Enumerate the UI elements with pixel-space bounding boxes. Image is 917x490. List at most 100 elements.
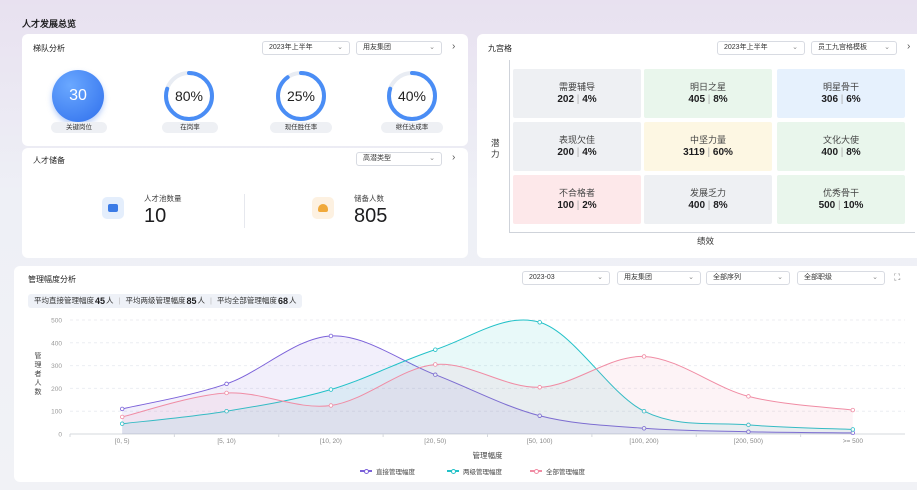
- summary-two-level-unit: 人: [197, 296, 205, 305]
- separator: |: [838, 147, 847, 158]
- span-month-value: 2023-03: [529, 274, 555, 281]
- grid-cell-pct: 4%: [582, 147, 597, 158]
- grid-cell-count: 3119: [683, 147, 705, 158]
- metric-value: 25%: [286, 88, 316, 104]
- span-title: 管理幅度分析: [28, 275, 76, 284]
- x-axis-line: [509, 232, 915, 233]
- chevron-down-icon: ⌄: [884, 44, 890, 51]
- nine-grid-period-value: 2023年上半年: [724, 44, 768, 51]
- x-axis-label: 绩效: [697, 236, 715, 246]
- grid-cell-count: 306: [821, 94, 839, 105]
- chevron-down-icon: ⌄: [792, 44, 798, 51]
- reserve-type-select[interactable]: 高潜类型 ⌄: [356, 152, 442, 166]
- y-axis-label: 潜力: [491, 138, 500, 159]
- separator: |: [209, 296, 212, 305]
- reserve-count-value: 805: [354, 205, 388, 227]
- span-level-select[interactable]: 全部职级 ⌄: [797, 271, 885, 285]
- span-summary-bar: 平均直接管理幅度 45 人 | 平均两级管理幅度 85 人 | 平均全部管理幅度…: [28, 294, 303, 308]
- ladder-org-value: 用友集团: [363, 44, 391, 51]
- metric-succession: 40%: [382, 70, 442, 122]
- summary-all-unit: 人: [288, 296, 297, 305]
- summary-direct-value: 45: [95, 296, 106, 306]
- separator: |: [705, 200, 714, 211]
- grid-cell-name: 明日之星: [689, 82, 726, 92]
- grid-cell[interactable]: 中坚力量 3119 | 60%: [644, 122, 772, 171]
- grid-cell[interactable]: 明星骨干 306 | 6%: [777, 69, 905, 118]
- grid-cell-name: 表现欠佳: [558, 135, 595, 145]
- metric-label: 继任达成率: [381, 122, 443, 133]
- nine-grid-period-select[interactable]: 2023年上半年 ⌄: [717, 41, 805, 55]
- separator: |: [574, 147, 583, 158]
- ladder-title: 梯队分析: [33, 44, 65, 53]
- grid-cell[interactable]: 需要辅导 202 | 4%: [513, 69, 641, 118]
- legend-item[interactable]: 两级管理幅度: [447, 466, 502, 476]
- grid-cell[interactable]: 优秀骨干 500 | 10%: [777, 175, 905, 224]
- nine-grid-title: 九宫格: [488, 44, 512, 53]
- separator: |: [574, 94, 583, 105]
- grid-cell-name: 明星骨干: [822, 82, 859, 92]
- metric-label: 在岗率: [162, 122, 218, 133]
- grid-cell[interactable]: 文化大使 400 | 8%: [777, 122, 905, 171]
- separator: |: [705, 94, 714, 105]
- reserve-type-value: 高潜类型: [363, 155, 391, 162]
- span-sequence-value: 全部序列: [713, 274, 741, 281]
- nine-grid-template-select[interactable]: 员工九宫格模板 ⌄: [811, 41, 897, 55]
- legend-item[interactable]: 直接管理幅度: [360, 466, 415, 476]
- legend-item[interactable]: 全部管理幅度: [530, 466, 585, 476]
- grid-cell-name: 需要辅导: [558, 82, 595, 92]
- metric-value: 40%: [397, 88, 427, 104]
- metric-circle: 25%: [275, 70, 327, 122]
- metric-key-positions: 30: [48, 70, 108, 122]
- talent-pool-icon: [102, 197, 124, 219]
- grid-cell-name: 优秀骨干: [822, 188, 859, 198]
- grid-cell-pct: 6%: [846, 94, 861, 105]
- grid-cell-pct: 10%: [843, 200, 864, 211]
- reserve-card: 人才储备 高潜类型 ⌄ › 人才池数量 10 储备人数 805: [22, 148, 468, 258]
- chevron-down-icon: ⌄: [429, 155, 435, 162]
- grid-cell[interactable]: 明日之星 405 | 8%: [644, 69, 772, 118]
- legend-label: 全部管理幅度: [546, 469, 585, 476]
- separator: |: [118, 296, 121, 305]
- reserve-people-icon: [312, 197, 334, 219]
- separator: |: [704, 147, 713, 158]
- grid-cell-pct: 8%: [713, 200, 728, 211]
- grid-cell-count: 400: [688, 200, 706, 211]
- nine-grid-card: 九宫格 2023年上半年 ⌄ 员工九宫格模板 ⌄ › 潜力 绩效 需要辅导 202 |…: [477, 34, 917, 258]
- summary-direct-label: 平均直接管理幅度: [34, 296, 94, 305]
- grid-cell[interactable]: 表现欠佳 200 | 4%: [513, 122, 641, 171]
- grid-cell-name: 不合格者: [558, 188, 595, 198]
- ladder-card: 梯队分析 2023年上半年 ⌄ 用友集团 ⌄ › 30 关键岗位 80% 在岗率 2…: [22, 34, 468, 146]
- summary-all-label: 平均全部管理幅度: [216, 296, 277, 305]
- grid-cell-pct: 4%: [582, 94, 597, 105]
- summary-two-level-value: 85: [186, 296, 197, 306]
- reserve-title: 人才储备: [33, 156, 65, 165]
- ladder-org-select[interactable]: 用友集团 ⌄: [356, 41, 442, 55]
- chevron-right-icon[interactable]: ›: [907, 41, 910, 52]
- ladder-period-select[interactable]: 2023年上半年 ⌄: [262, 41, 350, 55]
- summary-all-value: 68: [277, 296, 288, 306]
- chevron-right-icon[interactable]: ›: [452, 152, 455, 163]
- span-month-select[interactable]: 2023-03 ⌄: [522, 271, 610, 285]
- reserve-count-label: 储备人数: [354, 194, 384, 203]
- metric-value: 30: [69, 87, 87, 104]
- span-sequence-select[interactable]: 全部序列 ⌄: [706, 271, 790, 285]
- grid-cell-count: 405: [688, 94, 706, 105]
- legend-label: 两级管理幅度: [463, 469, 502, 476]
- chevron-right-icon[interactable]: ›: [452, 41, 455, 52]
- separator: |: [574, 200, 583, 211]
- ladder-period-value: 2023年上半年: [269, 44, 313, 51]
- chevron-down-icon: ⌄: [777, 274, 783, 281]
- grid-cell-value: 405 | 8%: [644, 94, 772, 105]
- span-org-value: 用友集团: [624, 274, 652, 281]
- grid-cell[interactable]: 发展乏力 400 | 8%: [644, 175, 772, 224]
- span-org-select[interactable]: 用友集团 ⌄: [617, 271, 701, 285]
- grid-cell[interactable]: 不合格者 100 | 2%: [513, 175, 641, 224]
- page-title: 人才发展总览: [22, 19, 77, 29]
- grid-cell-value: 306 | 6%: [777, 94, 905, 105]
- legend-label: 直接管理幅度: [376, 469, 415, 476]
- fullscreen-icon[interactable]: ⛶: [894, 272, 900, 283]
- grid-cell-name: 中坚力量: [689, 135, 726, 145]
- grid-cell-count: 500: [818, 200, 836, 211]
- grid-cell-value: 400 | 8%: [777, 147, 905, 158]
- nine-grid-template-value: 员工九宫格模板: [818, 44, 867, 51]
